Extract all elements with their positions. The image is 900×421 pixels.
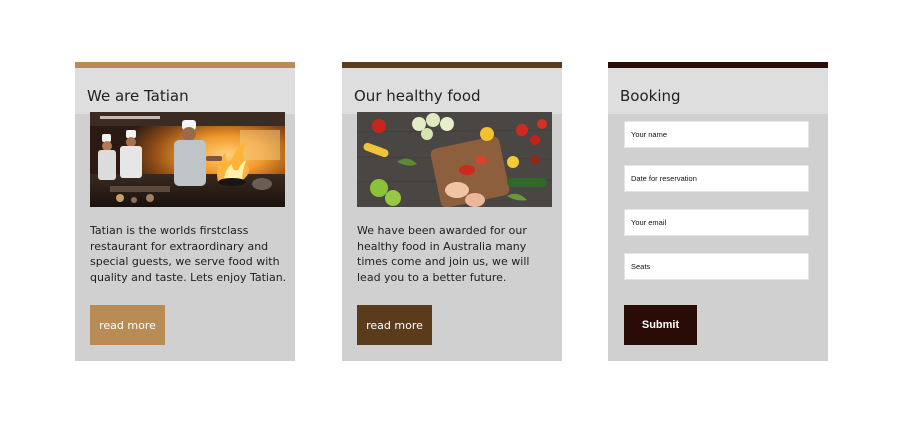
name-field[interactable]: [624, 121, 809, 148]
booking-card: Booking Submit: [608, 62, 828, 361]
read-more-button[interactable]: read more: [357, 305, 432, 345]
card-description: Tatian is the worlds firstclass restaura…: [90, 224, 287, 284]
about-card: We are Tatian Tatian is the worlds first…: [75, 62, 295, 361]
card-header: Booking: [608, 68, 828, 114]
reservation-date-field[interactable]: [624, 165, 809, 192]
email-field[interactable]: [624, 209, 809, 236]
booking-title: Booking: [620, 87, 681, 105]
kitchen-photo: [90, 112, 285, 207]
vegetables-photo: [357, 112, 552, 207]
card-title: Our healthy food: [354, 87, 481, 105]
card-header: Our healthy food: [342, 68, 562, 114]
food-card: Our healthy food We have been awarded fo…: [342, 62, 562, 361]
card-header: We are Tatian: [75, 68, 295, 114]
submit-button[interactable]: Submit: [624, 305, 697, 345]
seats-field[interactable]: [624, 253, 809, 280]
card-description: We have been awarded for our healthy foo…: [357, 224, 530, 284]
card-title: We are Tatian: [87, 87, 189, 105]
read-more-button[interactable]: read more: [90, 305, 165, 345]
